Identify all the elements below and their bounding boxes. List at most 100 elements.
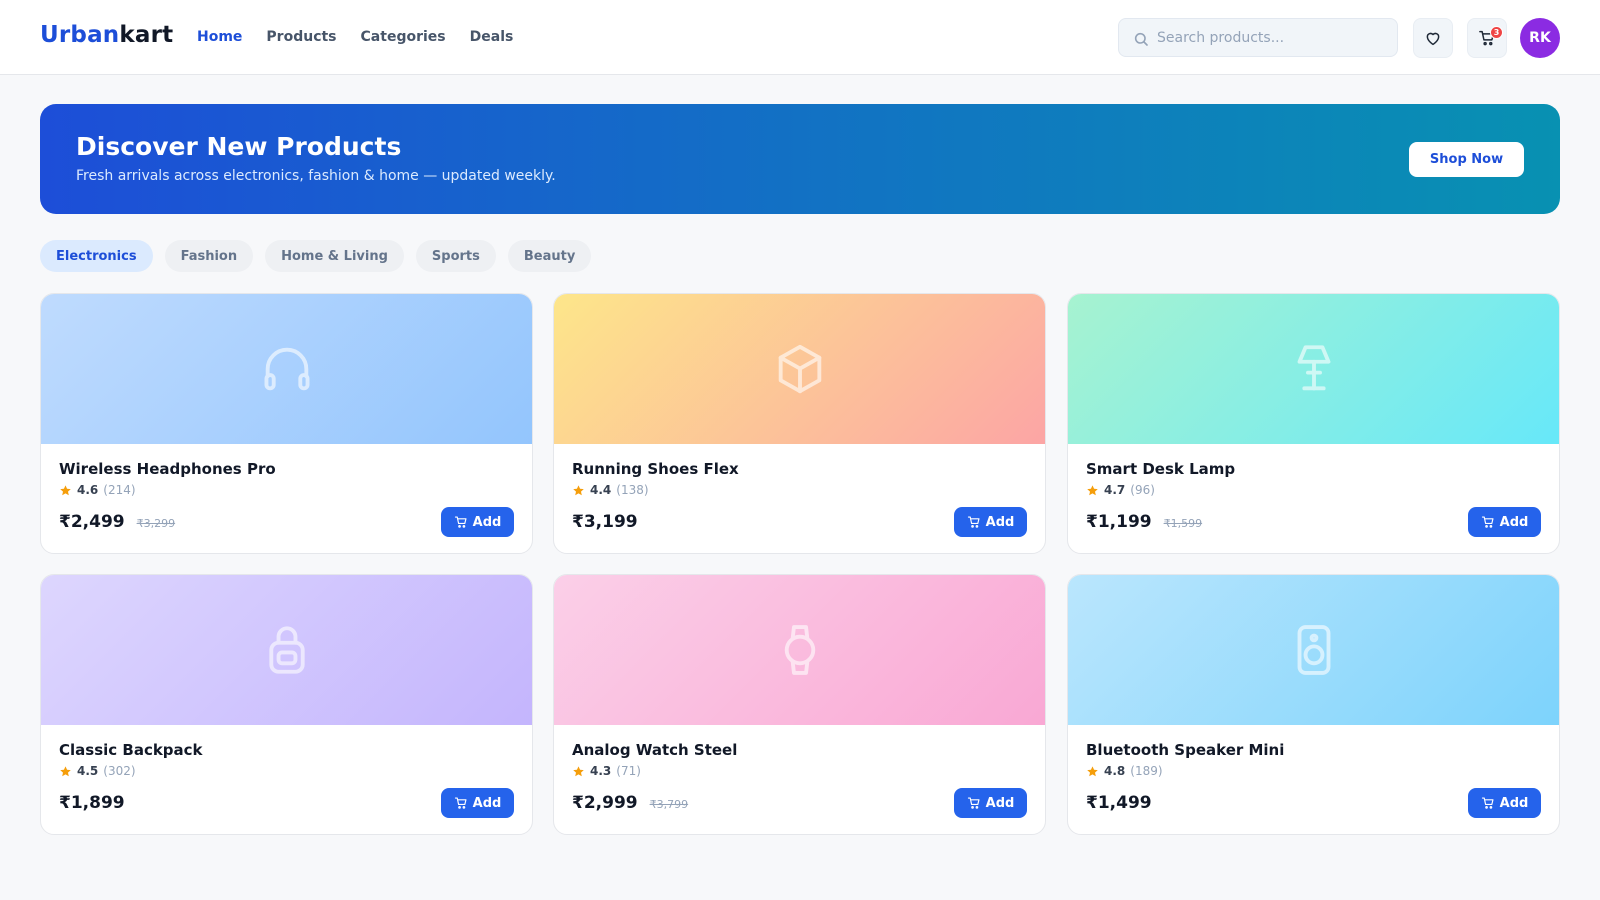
lamp-icon bbox=[1297, 345, 1330, 391]
review-count: (302) bbox=[103, 764, 136, 778]
star-icon bbox=[60, 765, 71, 776]
product-name: Classic Backpack bbox=[59, 741, 203, 759]
cart-icon bbox=[454, 516, 467, 528]
review-count: (189) bbox=[1130, 764, 1163, 778]
product-rating: 4.6 (214) bbox=[59, 483, 136, 497]
search-input[interactable] bbox=[1157, 19, 1387, 56]
cart-count-badge: 3 bbox=[1490, 26, 1503, 39]
chip-home-living[interactable]: Home & Living bbox=[265, 240, 404, 272]
product-image bbox=[554, 294, 1045, 444]
chip-beauty[interactable]: Beauty bbox=[507, 240, 592, 272]
search-box bbox=[1118, 18, 1398, 57]
price-row: ₹3,199 bbox=[572, 512, 638, 532]
add-button-label: Add bbox=[1499, 514, 1529, 530]
product-price: ₹1,899 bbox=[59, 793, 125, 813]
headphones-icon bbox=[264, 347, 309, 391]
price-row: ₹1,899 bbox=[59, 793, 125, 813]
product-image bbox=[41, 294, 532, 444]
cart-icon bbox=[967, 797, 980, 809]
star-icon bbox=[1087, 765, 1098, 776]
nav-products[interactable]: Products bbox=[266, 29, 336, 45]
watch-icon bbox=[784, 625, 815, 675]
add-to-cart-button[interactable]: Add bbox=[954, 507, 1027, 537]
rating-value: 4.8 bbox=[1104, 764, 1126, 778]
product-card[interactable]: Smart Desk Lamp 4.7 (96) ₹1,199 ₹1,599 A… bbox=[1067, 293, 1560, 554]
add-to-cart-button[interactable]: Add bbox=[1468, 788, 1541, 818]
rating-value: 4.6 bbox=[77, 483, 99, 497]
product-name: Smart Desk Lamp bbox=[1086, 460, 1236, 478]
product-card[interactable]: Classic Backpack 4.5 (302) ₹1,899 Add bbox=[40, 574, 533, 835]
add-button-label: Add bbox=[985, 514, 1015, 530]
product-image bbox=[1068, 294, 1559, 444]
price-row: ₹2,999 ₹3,799 bbox=[572, 793, 688, 813]
original-price: ₹3,799 bbox=[649, 798, 689, 811]
logo-primary-text: Urban bbox=[40, 22, 120, 48]
add-to-cart-button[interactable]: Add bbox=[954, 788, 1027, 818]
product-name: Running Shoes Flex bbox=[572, 460, 739, 478]
speaker-icon bbox=[1297, 625, 1330, 675]
banner-subtitle: Fresh arrivals across electronics, fashi… bbox=[76, 168, 556, 184]
original-price: ₹3,299 bbox=[136, 517, 176, 530]
box-icon bbox=[778, 344, 821, 394]
price-row: ₹1,499 bbox=[1086, 793, 1152, 813]
logo-secondary-text: kart bbox=[119, 22, 174, 48]
product-card[interactable]: Running Shoes Flex 4.4 (138) ₹3,199 Add bbox=[553, 293, 1046, 554]
main-nav: Home Products Categories Deals bbox=[197, 29, 513, 45]
product-card[interactable]: Wireless Headphones Pro 4.6 (214) ₹2,499… bbox=[40, 293, 533, 554]
user-avatar[interactable]: RK bbox=[1520, 18, 1560, 58]
rating-value: 4.4 bbox=[590, 483, 612, 497]
cart-icon bbox=[1481, 516, 1494, 528]
promo-banner: Discover New Products Fresh arrivals acr… bbox=[40, 104, 1560, 214]
top-header: Urbankart Home Products Categories Deals… bbox=[0, 0, 1600, 75]
chip-electronics[interactable]: Electronics bbox=[40, 240, 153, 272]
product-image bbox=[1068, 575, 1559, 725]
product-card[interactable]: Analog Watch Steel 4.3 (71) ₹2,999 ₹3,79… bbox=[553, 574, 1046, 835]
price-row: ₹2,499 ₹3,299 bbox=[59, 512, 175, 532]
review-count: (71) bbox=[616, 764, 641, 778]
cart-icon bbox=[454, 797, 467, 809]
nav-home[interactable]: Home bbox=[197, 29, 242, 45]
product-price: ₹1,499 bbox=[1086, 793, 1152, 813]
star-icon bbox=[1087, 484, 1098, 495]
brand-logo[interactable]: Urbankart bbox=[40, 22, 173, 48]
product-rating: 4.3 (71) bbox=[572, 764, 641, 778]
product-card[interactable]: Bluetooth Speaker Mini 4.8 (189) ₹1,499 … bbox=[1067, 574, 1560, 835]
product-image bbox=[554, 575, 1045, 725]
product-price: ₹2,499 bbox=[59, 512, 125, 532]
add-to-cart-button[interactable]: Add bbox=[1468, 507, 1541, 537]
rating-value: 4.7 bbox=[1104, 483, 1126, 497]
category-filter: Electronics Fashion Home & Living Sports… bbox=[40, 240, 592, 272]
product-image bbox=[41, 575, 532, 725]
cart-icon bbox=[1481, 797, 1494, 809]
cart-button[interactable]: 3 bbox=[1467, 18, 1507, 58]
add-button-label: Add bbox=[1499, 795, 1529, 811]
product-name: Analog Watch Steel bbox=[572, 741, 738, 759]
rating-value: 4.3 bbox=[590, 764, 612, 778]
backpack-icon bbox=[268, 626, 305, 674]
star-icon bbox=[60, 484, 71, 495]
nav-deals[interactable]: Deals bbox=[470, 29, 514, 45]
star-icon bbox=[573, 484, 584, 495]
chip-sports[interactable]: Sports bbox=[415, 240, 496, 272]
nav-categories[interactable]: Categories bbox=[361, 29, 446, 45]
product-price: ₹3,199 bbox=[572, 512, 638, 532]
product-price: ₹2,999 bbox=[572, 793, 638, 813]
product-rating: 4.7 (96) bbox=[1086, 483, 1155, 497]
product-name: Wireless Headphones Pro bbox=[59, 460, 276, 478]
shop-now-button[interactable]: Shop Now bbox=[1409, 142, 1524, 177]
star-icon bbox=[573, 765, 584, 776]
price-row: ₹1,199 ₹1,599 bbox=[1086, 512, 1202, 532]
original-price: ₹1,599 bbox=[1163, 517, 1203, 530]
chip-fashion[interactable]: Fashion bbox=[164, 240, 254, 272]
add-to-cart-button[interactable]: Add bbox=[441, 507, 514, 537]
cart-icon bbox=[967, 516, 980, 528]
add-button-label: Add bbox=[472, 514, 502, 530]
add-to-cart-button[interactable]: Add bbox=[441, 788, 514, 818]
review-count: (96) bbox=[1130, 483, 1155, 497]
rating-value: 4.5 bbox=[77, 764, 99, 778]
review-count: (214) bbox=[103, 483, 136, 497]
wishlist-button[interactable] bbox=[1413, 18, 1453, 58]
product-rating: 4.5 (302) bbox=[59, 764, 136, 778]
search-icon bbox=[1134, 32, 1148, 46]
product-rating: 4.4 (138) bbox=[572, 483, 649, 497]
